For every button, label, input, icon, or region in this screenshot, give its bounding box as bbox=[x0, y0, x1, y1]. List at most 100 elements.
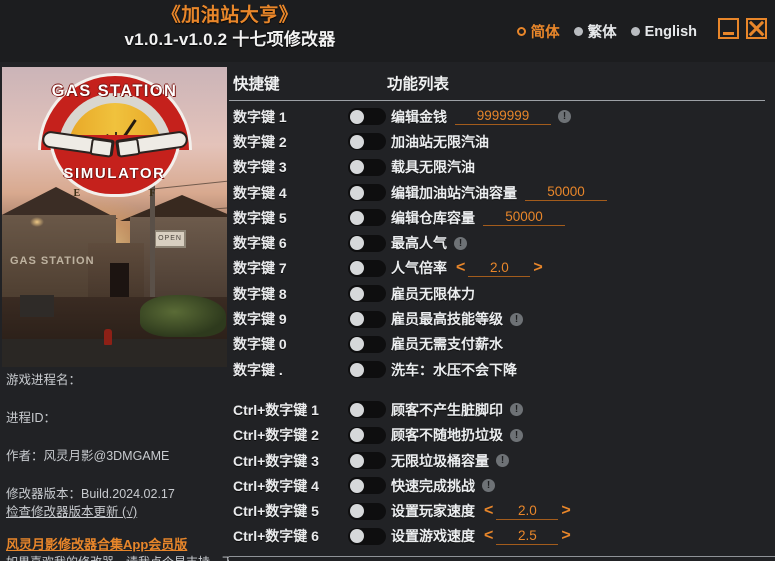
function-label: 雇员最高技能等级 bbox=[391, 311, 503, 328]
cheat-rows: 数字键 1 编辑金钱 9999999! 数字键 2 加油站无限汽油 数字键 3 载具无限汽油… bbox=[229, 104, 775, 549]
cheat-row: Ctrl+数字键 4 快速完成挑战! bbox=[229, 473, 775, 498]
cheat-toggle[interactable] bbox=[348, 285, 386, 303]
value-stepper: <2.5 > bbox=[483, 528, 572, 545]
function-cell: 雇员无需支付薪水 bbox=[391, 334, 503, 354]
cheat-toggle[interactable] bbox=[348, 310, 386, 328]
cheat-toggle[interactable] bbox=[348, 335, 386, 353]
toggle-knob bbox=[349, 428, 364, 443]
promo-app-link[interactable]: 风灵月影修改器合集App会员版 bbox=[6, 536, 226, 553]
cheat-row: Ctrl+数字键 3 无限垃圾桶容量! bbox=[229, 448, 775, 473]
cheat-toggle[interactable] bbox=[348, 452, 386, 469]
page-subtitle: v1.0.1-v1.0.2 十七项修改器 bbox=[124, 30, 336, 49]
function-cell: 无限垃圾桶容量! bbox=[391, 451, 509, 471]
lang-option-simplified[interactable]: 简体 bbox=[516, 21, 560, 42]
stepper-next-icon[interactable]: > bbox=[532, 260, 543, 276]
stepper-prev-icon[interactable]: < bbox=[483, 528, 494, 544]
toggle-knob bbox=[349, 109, 364, 124]
dumpster bbox=[20, 295, 54, 317]
function-label: 设置玩家速度 bbox=[391, 503, 475, 520]
cheat-toggle[interactable] bbox=[348, 133, 386, 151]
info-icon[interactable]: ! bbox=[496, 454, 509, 467]
function-label: 加油站无限汽油 bbox=[391, 133, 489, 150]
function-cell: 最高人气! bbox=[391, 233, 467, 253]
lang-option-traditional[interactable]: 繁体 bbox=[573, 21, 617, 42]
cheat-toggle[interactable] bbox=[348, 158, 386, 176]
cheat-toggle[interactable] bbox=[348, 502, 386, 520]
cheat-toggle[interactable] bbox=[348, 209, 386, 227]
minimize-icon bbox=[723, 32, 734, 35]
value-input[interactable]: 9999999 bbox=[455, 108, 551, 126]
open-sign: OPEN bbox=[154, 230, 186, 248]
toggle-knob bbox=[349, 286, 364, 301]
function-cell: 雇员最高技能等级! bbox=[391, 309, 523, 329]
toggle-knob bbox=[349, 134, 364, 149]
header-divider bbox=[229, 100, 765, 101]
function-label: 快速完成挑战 bbox=[391, 477, 475, 494]
value-input-wrap: 50000 bbox=[525, 184, 607, 202]
gauge-label-empty: E bbox=[73, 188, 81, 199]
function-label: 编辑加油站汽油容量 bbox=[391, 184, 517, 201]
stepper-value[interactable]: 2.5 bbox=[496, 528, 559, 545]
toggle-knob bbox=[349, 362, 364, 377]
function-cell: 载具无限汽油 bbox=[391, 157, 475, 177]
toggle-knob bbox=[349, 402, 364, 417]
check-update-link[interactable]: 检查修改器版本更新 (√) bbox=[6, 504, 226, 520]
cheat-row: Ctrl+数字键 2 顾客不随地扔垃圾! bbox=[229, 423, 775, 448]
function-label: 编辑仓库容量 bbox=[391, 209, 475, 226]
stepper-next-icon[interactable]: > bbox=[560, 528, 571, 544]
info-icon[interactable]: ! bbox=[510, 312, 523, 326]
function-label: 洗车：水压不会下降 bbox=[391, 361, 517, 378]
game-logo: E F GAS STATION SIMULATOR bbox=[37, 73, 192, 201]
promo-subtext: 如果喜欢我的修改器，请我点个星支持一下 bbox=[6, 555, 234, 561]
info-icon[interactable]: ! bbox=[558, 110, 571, 124]
cheat-toggle[interactable] bbox=[348, 477, 386, 495]
stepper-prev-icon[interactable]: < bbox=[455, 260, 466, 276]
cheat-toggle[interactable] bbox=[348, 234, 386, 252]
function-cell: 设置玩家速度 <2.0 > bbox=[391, 501, 572, 521]
function-label: 雇员无限体力 bbox=[391, 285, 475, 302]
toggle-knob bbox=[349, 185, 364, 200]
cheat-list-panel: 快捷键 功能列表 数字键 1 编辑金钱 9999999! 数字键 2 加油站无限汽油 数字… bbox=[229, 62, 775, 561]
cheat-toggle[interactable] bbox=[348, 184, 386, 202]
cheat-row: 数字键 2 加油站无限汽油 bbox=[229, 129, 775, 154]
cheat-toggle[interactable] bbox=[348, 259, 386, 277]
minimize-button[interactable] bbox=[718, 18, 739, 39]
cheat-row: Ctrl+数字键 1 顾客不产生脏脚印! bbox=[229, 397, 775, 422]
stepper-prev-icon[interactable]: < bbox=[483, 503, 494, 519]
info-icon[interactable]: ! bbox=[482, 479, 495, 493]
function-label: 编辑金钱 bbox=[391, 108, 447, 125]
lang-option-english[interactable]: English bbox=[630, 24, 697, 40]
cheat-row: 数字键 8 雇员无限体力 bbox=[229, 281, 775, 306]
radio-selected-icon bbox=[516, 27, 526, 36]
toggle-knob bbox=[349, 504, 364, 519]
close-button[interactable] bbox=[746, 18, 767, 39]
lang-label-simplified: 简体 bbox=[530, 25, 560, 41]
cheat-toggle[interactable] bbox=[348, 108, 386, 126]
window-controls bbox=[718, 18, 767, 39]
fuel-nozzles-icon bbox=[40, 127, 189, 167]
value-input[interactable]: 50000 bbox=[483, 209, 565, 227]
cheat-toggle[interactable] bbox=[348, 426, 386, 444]
wall-sign-text: GAS STATION bbox=[10, 255, 95, 267]
fire-hydrant bbox=[104, 329, 112, 345]
stepper-value[interactable]: 2.0 bbox=[468, 260, 531, 277]
cheat-toggle[interactable] bbox=[348, 361, 386, 379]
toggle-knob bbox=[349, 312, 364, 327]
radio-unselected-icon bbox=[573, 27, 583, 36]
info-icon[interactable]: ! bbox=[510, 403, 523, 417]
title-block: 《加油站大亨》 v1.0.1-v1.0.2 十七项修改器 bbox=[0, 4, 460, 51]
toggle-knob bbox=[349, 529, 364, 544]
info-icon[interactable]: ! bbox=[454, 236, 467, 250]
radio-unselected-icon bbox=[630, 27, 640, 36]
info-icon[interactable]: ! bbox=[510, 428, 523, 442]
cheat-toggle[interactable] bbox=[348, 401, 386, 419]
cheat-toggle[interactable] bbox=[348, 527, 386, 545]
stepper-value[interactable]: 2.0 bbox=[496, 503, 559, 520]
value-input[interactable]: 50000 bbox=[525, 184, 607, 202]
function-cell: 洗车：水压不会下降 bbox=[391, 360, 517, 380]
function-cell: 加油站无限汽油 bbox=[391, 132, 489, 152]
value-input-wrap: 50000 bbox=[483, 209, 565, 227]
footer-divider bbox=[229, 556, 775, 557]
stepper-next-icon[interactable]: > bbox=[560, 503, 571, 519]
author-label: 作者：风灵月影@3DMGAME bbox=[6, 449, 170, 463]
